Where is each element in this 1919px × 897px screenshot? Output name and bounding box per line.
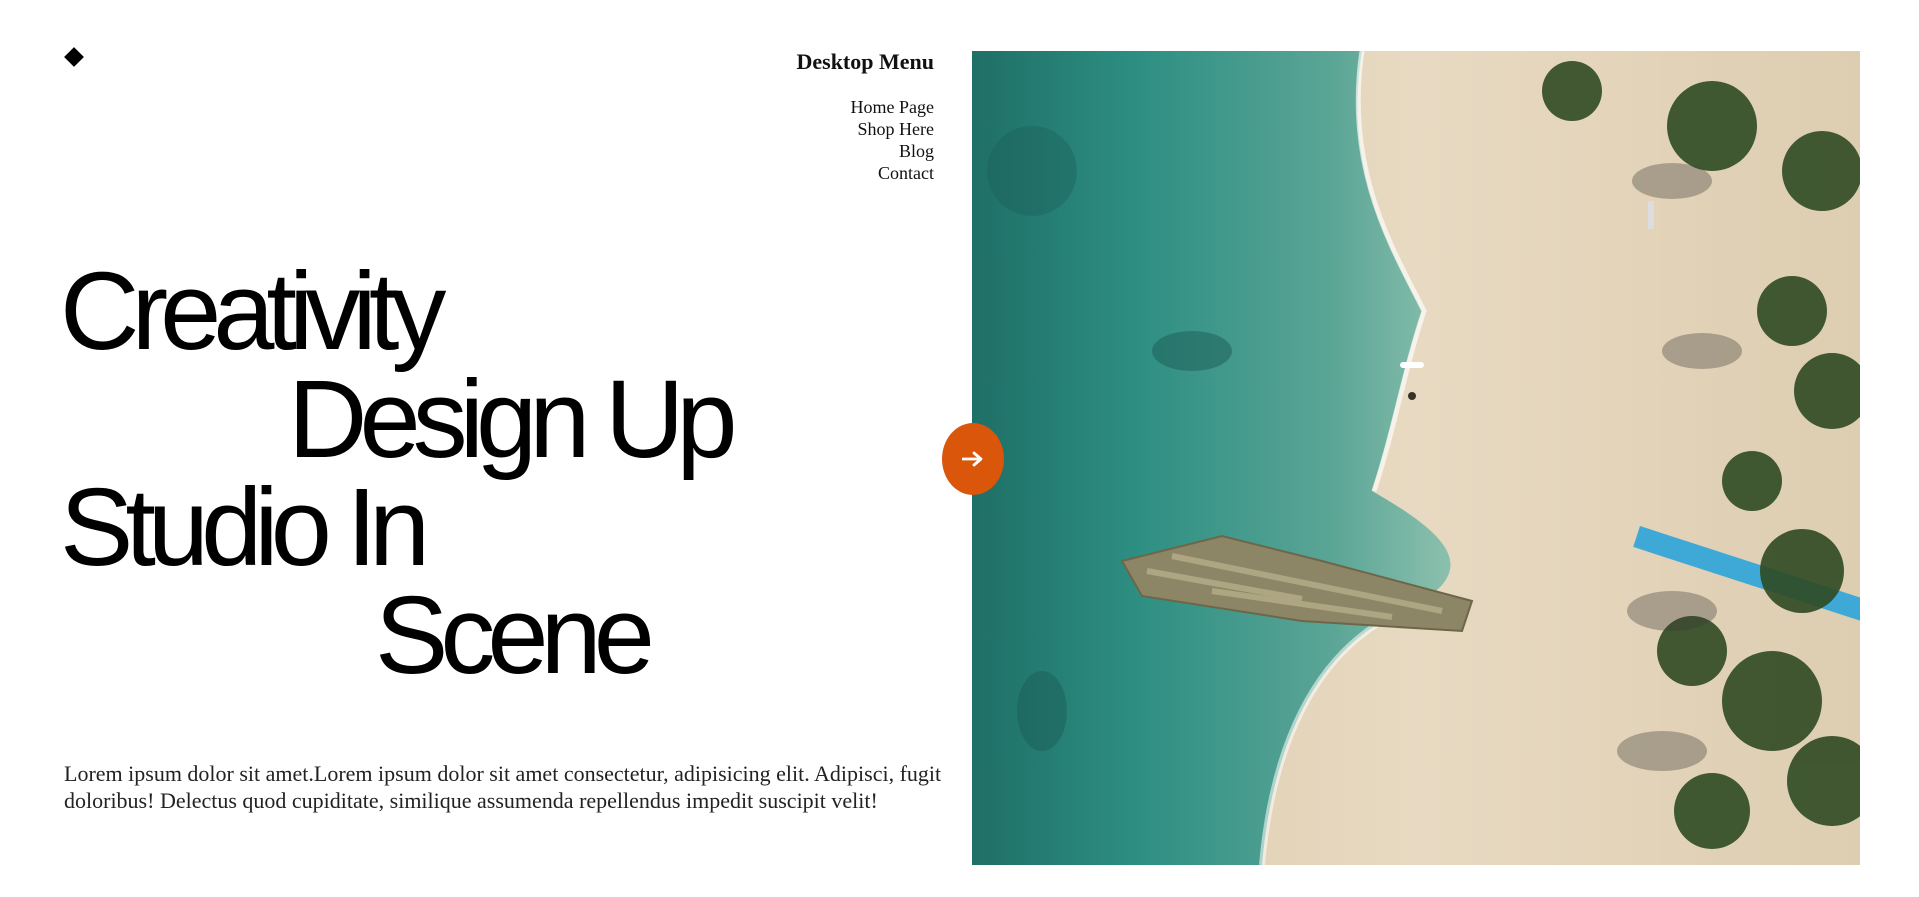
intro-paragraph: Lorem ipsum dolor sit amet.Lorem ipsum d… xyxy=(64,761,942,813)
hero-line-4: Scene xyxy=(375,574,655,697)
arrow-right-icon xyxy=(962,451,983,467)
hero-line-2: Design Up xyxy=(288,358,738,481)
next-slide-button[interactable] xyxy=(942,423,1004,495)
menu-item-blog: Blog xyxy=(634,140,934,162)
menu-link-blog[interactable]: Blog xyxy=(899,141,934,161)
hero-line-3: Studio In xyxy=(60,466,430,589)
menu-item-contact: Contact xyxy=(634,162,934,184)
aerial-beach-photo xyxy=(972,51,1860,865)
menu-item-shop: Shop Here xyxy=(634,118,934,140)
hero-line-1: Creativity xyxy=(60,250,446,373)
menu-link-contact[interactable]: Contact xyxy=(878,163,934,183)
menu-list: Home Page Shop Here Blog Contact xyxy=(634,96,934,184)
menu-link-home[interactable]: Home Page xyxy=(851,97,934,117)
menu-title: Desktop Menu xyxy=(796,49,934,74)
menu-item-home: Home Page xyxy=(634,96,934,118)
menu-link-shop[interactable]: Shop Here xyxy=(858,119,934,139)
hero-headline: Creativity Design Up Studio In Scene xyxy=(60,250,960,697)
diamond-logo-icon xyxy=(64,47,84,67)
desktop-menu: Desktop Menu Home Page Shop Here Blog Co… xyxy=(634,48,934,184)
